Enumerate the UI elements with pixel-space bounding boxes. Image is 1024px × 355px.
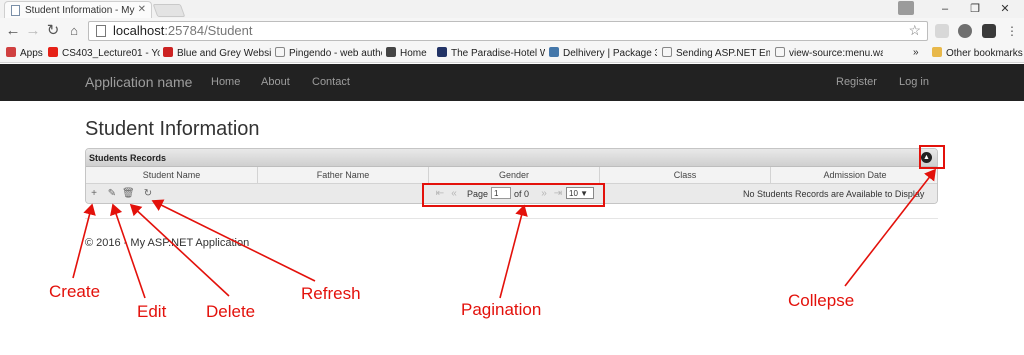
extension-bug-icon[interactable] — [982, 24, 996, 38]
add-icon[interactable]: + — [88, 188, 100, 199]
window-close-icon[interactable]: ✕ — [990, 0, 1020, 18]
bookmark-label: Delhivery | Package 3 — [563, 48, 657, 59]
browser-tab[interactable]: Student Information - My ✕ — [4, 1, 152, 18]
bookmark-item[interactable]: The Paradise-Hotel W — [437, 47, 545, 59]
delete-icon[interactable]: 🗑 — [122, 188, 135, 199]
home-icon[interactable]: ⌂ — [65, 22, 83, 40]
next-page-icon[interactable]: » — [538, 188, 550, 199]
column-header-gender[interactable]: Gender — [429, 167, 600, 184]
address-bar[interactable]: localhost:25784/Student ☆ — [88, 21, 928, 41]
first-page-icon[interactable]: ⇤ — [434, 188, 446, 199]
bookmark-item[interactable]: view-source:menu.wa — [775, 47, 883, 59]
grid-caption: Students Records ▲ — [86, 149, 937, 167]
bookmark-label: Pingendo - web autho — [289, 48, 382, 59]
edit-icon[interactable]: ✎ — [106, 188, 118, 199]
grid-header-row: Student Name Father Name Gender Class Ad… — [86, 167, 937, 184]
refresh-icon[interactable]: ↻ — [142, 188, 154, 199]
tab-title: Student Information - My — [25, 5, 135, 16]
column-header-father-name[interactable]: Father Name — [258, 167, 429, 184]
nav-about[interactable]: About — [261, 76, 290, 88]
page-number-input[interactable]: 1 — [491, 187, 511, 199]
reload-icon[interactable]: ↻ — [44, 22, 62, 40]
nav-contact[interactable]: Contact — [312, 76, 350, 88]
students-grid: Students Records ▲ Student Name Father N… — [85, 148, 938, 204]
apps-icon — [6, 47, 16, 57]
browser-toolbar: ← → ↻ ⌂ localhost:25784/Student ☆ ⋮ — [0, 18, 1024, 44]
site-icon — [163, 47, 173, 57]
bookmark-item[interactable]: Blue and Grey Websit — [163, 47, 271, 59]
pagination-arrow — [499, 204, 528, 299]
bookmark-label: CS403_Lecture01 - Yo — [62, 48, 160, 59]
prev-page-icon[interactable]: « — [448, 188, 460, 199]
bookmarks-overflow-button[interactable]: » — [913, 47, 919, 58]
page-icon — [662, 47, 672, 57]
bookmark-apps[interactable]: Apps — [6, 47, 43, 59]
site-navbar: Application name Home About Contact Regi… — [0, 64, 1024, 101]
site-icon — [386, 47, 396, 57]
bookmark-item[interactable]: Sending ASP.NET Ema — [662, 47, 770, 59]
rows-per-page-select[interactable]: 10 ▼ — [566, 187, 594, 199]
empty-records-message: No Students Records are Available to Dis… — [743, 189, 925, 199]
collapse-icon[interactable]: ▲ — [921, 152, 932, 163]
bookmark-item[interactable]: CS403_Lecture01 - Yo — [48, 47, 160, 59]
bookmark-label: The Paradise-Hotel W — [451, 48, 545, 59]
nav-register[interactable]: Register — [836, 76, 877, 88]
bookmark-item[interactable]: Pingendo - web autho — [275, 47, 382, 59]
w3-icon — [437, 47, 447, 57]
folder-icon — [932, 47, 942, 57]
brand-link[interactable]: Application name — [85, 74, 192, 90]
nav-login[interactable]: Log in — [899, 76, 929, 88]
page-footer: © 2016 - My ASP.NET Application — [85, 237, 250, 249]
column-header-student-name[interactable]: Student Name — [86, 167, 258, 184]
annotation-refresh: Refresh — [301, 284, 361, 303]
url-host: localhost — [113, 23, 165, 38]
column-header-class[interactable]: Class — [600, 167, 771, 184]
bookmark-label: Blue and Grey Websit — [177, 48, 271, 59]
skype-icon[interactable] — [958, 24, 972, 38]
url-path: :25784/Student — [164, 23, 253, 38]
forward-icon[interactable]: → — [24, 22, 42, 40]
profile-icon[interactable] — [898, 1, 914, 15]
bookmark-label: Home — [400, 48, 427, 59]
tab-close-icon[interactable]: ✕ — [138, 4, 146, 15]
annotation-delete: Delete — [206, 302, 256, 321]
bookmark-item[interactable]: Home — [386, 47, 427, 59]
page-icon — [275, 47, 285, 57]
minimize-icon[interactable]: – — [930, 0, 960, 18]
bookmark-label: Sending ASP.NET Ema — [676, 48, 770, 59]
grid-icon — [549, 47, 559, 57]
restore-icon[interactable]: ❐ — [960, 0, 990, 18]
page-count-label: of 0 — [514, 189, 530, 199]
annotation-collapse: Collepse — [788, 291, 855, 310]
bookmark-label: Apps — [20, 48, 43, 59]
last-page-icon[interactable]: ⇥ — [552, 188, 564, 199]
page-icon — [96, 25, 106, 37]
annotation-create: Create — [49, 282, 101, 301]
youtube-icon — [48, 47, 58, 57]
nav-home[interactable]: Home — [211, 76, 240, 88]
bookmark-label: Other bookmarks — [946, 48, 1023, 59]
column-header-admission-date[interactable]: Admission Date — [771, 167, 937, 184]
browser-tab-strip: Student Information - My ✕ – ❐ ✕ — [0, 0, 1024, 18]
page-title: Student Information — [85, 118, 260, 140]
bookmarks-bar: Apps CS403_Lecture01 - Yo Blue and Grey … — [0, 44, 1024, 63]
annotation-pagination: Pagination — [461, 300, 542, 319]
annotation-edit: Edit — [137, 302, 167, 321]
extension-icon[interactable] — [935, 24, 949, 38]
new-tab-button[interactable] — [152, 4, 186, 17]
grid-pager: + ✎ 🗑 ↻ ⇤ « Page 1 of 0 » ⇥ 10 ▼ No Stud… — [86, 184, 937, 203]
bookmark-label: view-source:menu.wa — [789, 48, 883, 59]
divider — [85, 218, 938, 219]
bookmark-star-icon[interactable]: ☆ — [908, 22, 921, 39]
page-favicon-icon — [11, 5, 20, 16]
grid-caption-title: Students Records — [89, 153, 167, 163]
other-bookmarks[interactable]: Other bookmarks — [932, 47, 1023, 59]
back-icon[interactable]: ← — [4, 22, 22, 40]
bookmark-item[interactable]: Delhivery | Package 3 — [549, 47, 657, 59]
menu-icon[interactable]: ⋮ — [1003, 22, 1021, 40]
page-icon — [775, 47, 785, 57]
page-label: Page — [467, 189, 489, 199]
